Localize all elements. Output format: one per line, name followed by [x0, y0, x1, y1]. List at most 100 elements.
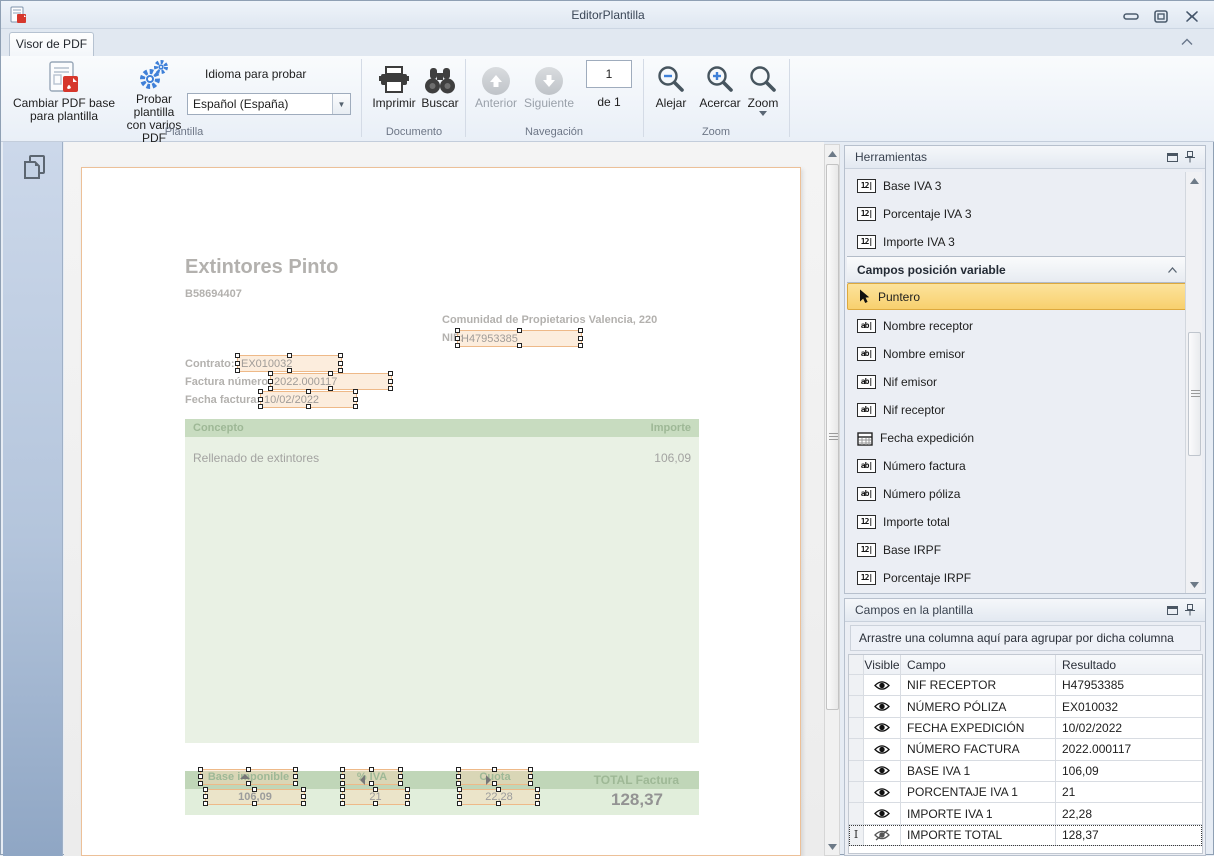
selection-handle[interactable]	[258, 404, 263, 409]
selection-handle[interactable]	[246, 767, 251, 772]
selection-handle[interactable]	[457, 787, 462, 792]
selection-handle[interactable]	[340, 794, 345, 799]
campo-column-header[interactable]: Campo	[901, 655, 1056, 674]
scroll-down-icon[interactable]	[1187, 577, 1201, 592]
eye-icon[interactable]	[874, 722, 890, 733]
minimize-button[interactable]	[1122, 9, 1140, 23]
resultado-column-header[interactable]: Resultado	[1056, 655, 1202, 674]
selection-handle[interactable]	[328, 386, 333, 391]
selection-handle[interactable]	[258, 397, 263, 402]
selection-handle[interactable]	[535, 787, 540, 792]
tool-item-nombre-emisor[interactable]: ab| Nombre emisor	[849, 340, 1185, 368]
selection-handle[interactable]	[235, 361, 240, 366]
eye-icon[interactable]	[874, 701, 890, 712]
tool-item-numero-factura[interactable]: ab| Número factura	[849, 452, 1185, 480]
tools-group-campos-posicion-variable[interactable]: Campos posición variable	[847, 256, 1187, 283]
close-button[interactable]	[1183, 9, 1201, 23]
selection-handle[interactable]	[373, 801, 378, 806]
combo-dropdown-icon[interactable]: ▼	[332, 94, 350, 114]
language-combobox[interactable]: Español (España) ▼	[187, 93, 351, 115]
scrollbar-thumb[interactable]	[1188, 332, 1201, 456]
selection-handle[interactable]	[268, 379, 273, 384]
tool-item-numero-poliza[interactable]: ab| Número póliza	[849, 480, 1185, 508]
eye-icon[interactable]	[874, 808, 890, 819]
tool-item-importe-total[interactable]: 12| Importe total	[849, 508, 1185, 536]
pages-icon[interactable]	[21, 154, 49, 184]
pin-icon[interactable]	[1181, 149, 1199, 165]
selection-handle[interactable]	[301, 787, 306, 792]
selection-handle[interactable]	[373, 787, 378, 792]
selection-handle[interactable]	[535, 801, 540, 806]
tool-item-porcentaje-iva-3[interactable]: 12| Porcentaje IVA 3	[849, 200, 1185, 228]
selection-handle[interactable]	[301, 801, 306, 806]
restore-button[interactable]	[1152, 9, 1170, 23]
selection-handle[interactable]	[287, 353, 292, 358]
selection-handle[interactable]	[353, 404, 358, 409]
search-button[interactable]: Buscar	[415, 59, 465, 135]
selection-handle[interactable]	[369, 767, 374, 772]
pin-icon[interactable]	[1181, 602, 1199, 618]
table-row[interactable]: NÚMERO FACTURA 2022.000117	[849, 739, 1202, 760]
table-row[interactable]: PORCENTAJE IVA 1 21	[849, 782, 1202, 803]
selection-handle[interactable]	[293, 774, 298, 779]
eye-slash-icon[interactable]	[874, 829, 890, 841]
selection-handle[interactable]	[198, 774, 203, 779]
selection-handle[interactable]	[578, 343, 583, 348]
selection-handle[interactable]	[496, 787, 501, 792]
scrollbar-thumb[interactable]	[826, 164, 839, 710]
maximize-panel-icon[interactable]	[1163, 149, 1181, 165]
tool-item-base-irpf[interactable]: 12| Base IRPF	[849, 536, 1185, 564]
selection-handle[interactable]	[252, 787, 257, 792]
selection-handle[interactable]	[388, 379, 393, 384]
change-pdf-base-button[interactable]: Cambiar PDF base para plantilla	[11, 59, 117, 135]
selection-handle[interactable]	[457, 801, 462, 806]
eye-icon[interactable]	[874, 680, 890, 691]
eye-icon[interactable]	[874, 787, 890, 798]
zoom-out-button[interactable]: Alejar	[647, 59, 695, 135]
selection-handle[interactable]	[306, 389, 311, 394]
selection-handle[interactable]	[203, 801, 208, 806]
selection-handle[interactable]	[287, 368, 292, 373]
selection-handle[interactable]	[198, 767, 203, 772]
selection-handle[interactable]	[340, 781, 345, 786]
contract-field[interactable]: EX010032	[237, 355, 342, 372]
invoice-date-field[interactable]: 10/02/2022	[260, 391, 357, 408]
quota-value-field[interactable]: 22,28	[459, 789, 539, 805]
selection-handle[interactable]	[455, 343, 460, 348]
table-row[interactable]: NIF RECEPTOR H47953385	[849, 675, 1202, 696]
selection-handle[interactable]	[517, 328, 522, 333]
thumbnails-sidebar[interactable]	[3, 142, 63, 856]
tool-item-nif-emisor[interactable]: ab| Nif emisor	[849, 368, 1185, 396]
tool-item-nif-receptor[interactable]: ab| Nif receptor	[849, 396, 1185, 424]
selection-handle[interactable]	[528, 774, 533, 779]
selection-handle[interactable]	[268, 371, 273, 376]
collapse-ribbon-button[interactable]	[1177, 34, 1197, 50]
selection-handle[interactable]	[398, 767, 403, 772]
selection-handle[interactable]	[328, 371, 333, 376]
selection-handle[interactable]	[492, 767, 497, 772]
selection-handle[interactable]	[340, 767, 345, 772]
tab-visor-de-pdf[interactable]: Visor de PDF	[9, 32, 94, 56]
eye-icon[interactable]	[874, 765, 890, 776]
selection-handle[interactable]	[517, 343, 522, 348]
selection-handle[interactable]	[528, 781, 533, 786]
tool-item-nombre-receptor[interactable]: ab| Nombre receptor	[849, 312, 1185, 340]
visible-column-header[interactable]: Visible	[864, 655, 901, 674]
selection-handle[interactable]	[398, 781, 403, 786]
tool-item-fecha-expedicion[interactable]: Fecha expedición	[849, 424, 1185, 452]
selection-handle[interactable]	[203, 787, 208, 792]
selection-handle[interactable]	[268, 386, 273, 391]
selection-handle[interactable]	[353, 389, 358, 394]
selection-handle[interactable]	[457, 794, 462, 799]
selection-handle[interactable]	[252, 801, 257, 806]
selection-handle[interactable]	[388, 386, 393, 391]
test-template-button[interactable]: Probar plantilla con varios PDF	[117, 59, 191, 135]
vat-percent-value-field[interactable]: 21	[342, 789, 409, 805]
selection-handle[interactable]	[492, 781, 497, 786]
tool-item-importe-iva-3[interactable]: 12| Importe IVA 3	[849, 228, 1185, 256]
selection-handle[interactable]	[338, 361, 343, 366]
selection-handle[interactable]	[353, 397, 358, 402]
group-by-drop-area[interactable]: Arrastre una columna aquí para agrupar p…	[850, 625, 1201, 651]
selection-handle[interactable]	[578, 336, 583, 341]
selection-handle[interactable]	[369, 781, 374, 786]
